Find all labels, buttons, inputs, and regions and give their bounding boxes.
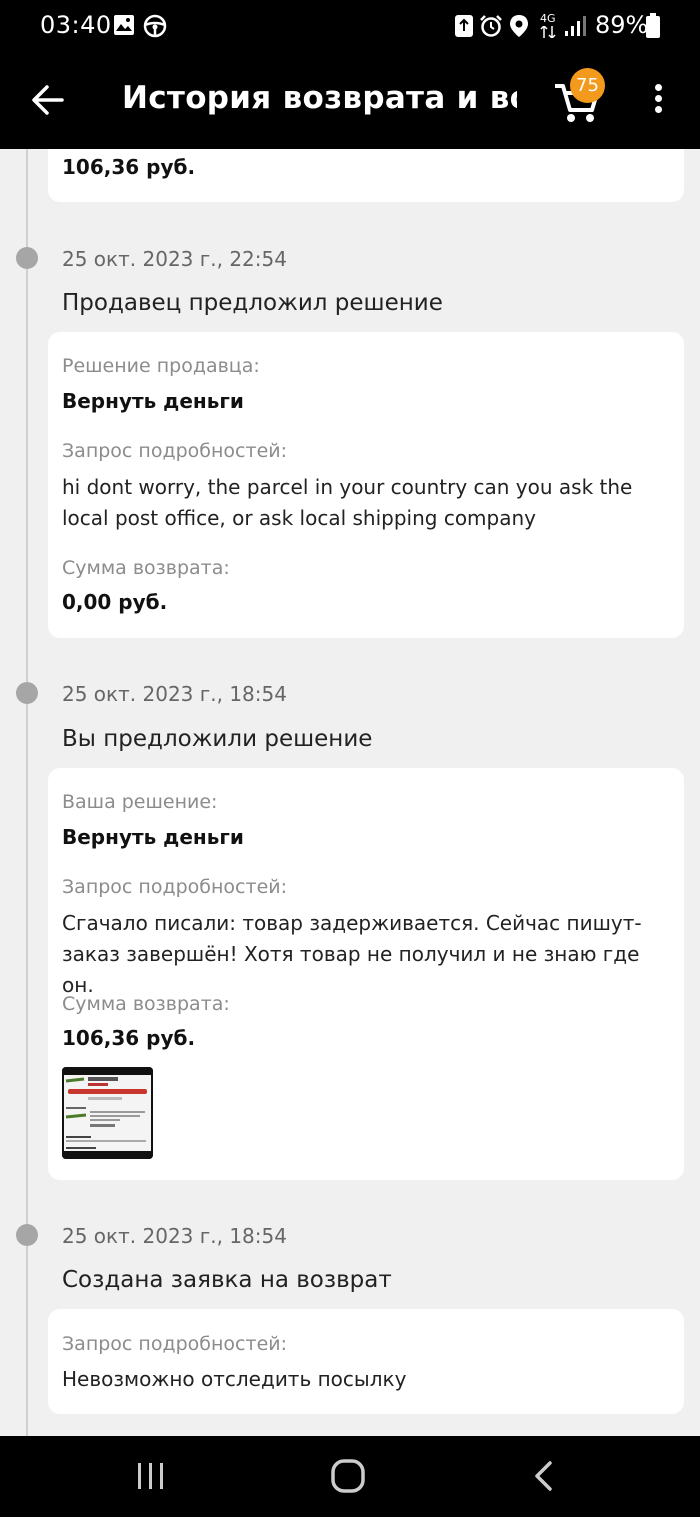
entry-heading: Продавец предложил решение — [62, 290, 443, 316]
back-arrow-icon[interactable] — [30, 82, 66, 118]
history-card: Запрос подробностей: Невозможно отследит… — [48, 1309, 684, 1414]
decision-label: Решение продавца: — [62, 355, 260, 377]
details-label: Запрос подробностей: — [62, 876, 288, 898]
more-vertical-icon[interactable] — [648, 84, 668, 118]
amount-value: 106,36 руб. — [62, 1026, 196, 1050]
details-label: Запрос подробностей: — [62, 440, 288, 462]
decision-value: Вернуть деньги — [62, 389, 244, 413]
history-card: Ваша решение: Вернуть деньги Запрос подр… — [48, 768, 684, 1180]
signal-icon — [565, 16, 586, 36]
battery-percent: 89% — [595, 11, 649, 39]
alarm-icon — [480, 15, 502, 37]
entry-date: 25 окт. 2023 г., 18:54 — [62, 682, 287, 706]
details-text: Сгачало писали: товар задерживается. Сей… — [62, 911, 642, 997]
amount-label: Сумма возврата: — [62, 557, 230, 579]
entry-date: 25 окт. 2023 г., 18:54 — [62, 1224, 287, 1248]
timeline-dot — [16, 247, 38, 269]
screenshot-thumbnail-image — [62, 1067, 153, 1159]
recycle-icon — [455, 15, 473, 37]
status-time: 03:40 — [40, 11, 112, 39]
decision-label: Ваша решение: — [62, 791, 218, 813]
history-card: Решение продавца: Вернуть деньги Запрос … — [48, 332, 684, 638]
data-arrows-icon — [540, 26, 556, 38]
attachment-thumbnail[interactable] — [62, 1067, 153, 1159]
location-icon — [510, 15, 528, 37]
details-text: Невозможно отследить посылку — [62, 1367, 407, 1391]
refund-history-timeline: 106,36 руб. 25 окт. 2023 г., 22:54 Прода… — [0, 149, 700, 1436]
image-icon — [114, 15, 134, 35]
details-label: Запрос подробностей: — [62, 1333, 288, 1355]
steering-wheel-icon — [143, 14, 167, 38]
entry-heading: Создана заявка на возврат — [62, 1267, 392, 1293]
app-bar: История возврата и во... 75 — [0, 52, 700, 149]
timeline-dot — [16, 1224, 38, 1246]
timeline-dot — [16, 682, 38, 704]
home-icon[interactable] — [330, 1458, 366, 1494]
entry-heading: Вы предложили решение — [62, 726, 373, 752]
amount-value: 0,00 руб. — [62, 590, 168, 614]
recents-icon[interactable] — [136, 1460, 166, 1492]
history-card: 106,36 руб. — [48, 149, 684, 202]
entry-date: 25 окт. 2023 г., 22:54 — [62, 247, 287, 271]
details-text: hi dont worry, the parcel in your countr… — [62, 475, 633, 530]
page-title: История возврата и во... — [122, 80, 517, 116]
battery-icon — [646, 13, 660, 38]
system-navigation-bar — [0, 1436, 700, 1517]
status-bar: 03:40 4G 89% — [0, 0, 700, 52]
nav-back-icon[interactable] — [532, 1460, 556, 1492]
decision-value: Вернуть деньги — [62, 825, 244, 849]
cart-count-badge: 75 — [570, 68, 605, 103]
network-type: 4G — [540, 12, 556, 25]
amount-label: Сумма возврата: — [62, 993, 230, 1015]
amount-value: 106,36 руб. — [62, 155, 196, 179]
